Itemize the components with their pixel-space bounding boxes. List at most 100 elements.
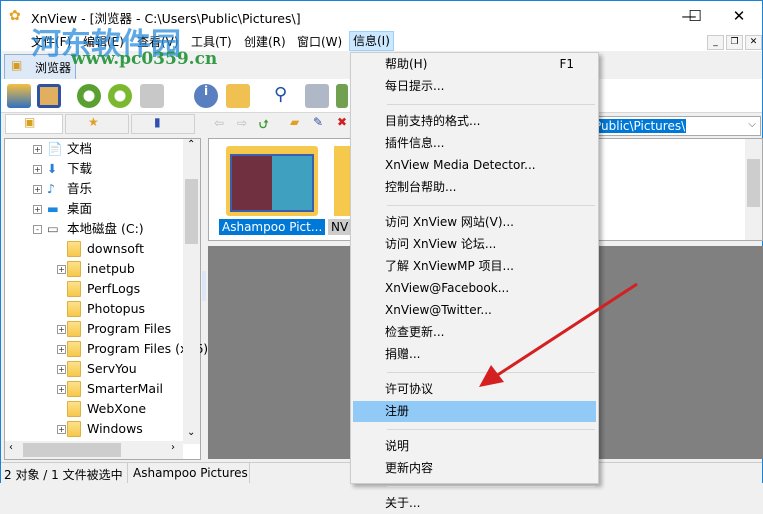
scroll-thumb[interactable] bbox=[23, 443, 121, 457]
menu-item[interactable]: XnView@Facebook... bbox=[353, 278, 596, 299]
folder-icon bbox=[67, 241, 81, 257]
rotate-left-icon[interactable] bbox=[77, 84, 101, 108]
move-to-folder-icon[interactable] bbox=[226, 84, 250, 108]
splitter-handle[interactable] bbox=[202, 271, 206, 301]
path-input-value[interactable]: Public\Pictures\ bbox=[593, 119, 687, 133]
fullscreen-icon[interactable] bbox=[37, 84, 61, 108]
menu-item-label: 目前支持的格式... bbox=[385, 114, 481, 128]
expand-toggle-icon[interactable]: + bbox=[57, 265, 66, 274]
expand-toggle-icon[interactable]: + bbox=[33, 185, 42, 194]
view-image-icon[interactable] bbox=[7, 84, 31, 108]
scroll-right-icon[interactable]: › bbox=[171, 442, 175, 453]
mdi-restore-button[interactable]: ❐ bbox=[726, 35, 743, 50]
rotate-right-icon[interactable] bbox=[108, 84, 132, 108]
menu-item-label: 捐赠... bbox=[385, 347, 421, 361]
forward-icon[interactable]: ⇨ bbox=[237, 116, 247, 130]
scroll-thumb[interactable] bbox=[185, 179, 198, 244]
desktop-icon: ▬ bbox=[47, 201, 59, 216]
menu-item[interactable]: 检查更新... bbox=[353, 322, 596, 343]
thumbnail-scrollbar[interactable] bbox=[745, 139, 762, 240]
tree-item[interactable]: Photopus bbox=[5, 299, 183, 319]
tree-item[interactable]: + inetpub bbox=[5, 259, 183, 279]
expand-toggle-icon[interactable]: + bbox=[57, 385, 66, 394]
print-icon[interactable] bbox=[305, 84, 329, 108]
tree-item[interactable]: + Program Files bbox=[5, 319, 183, 339]
close-button[interactable]: ✕ bbox=[719, 5, 759, 27]
expand-toggle-icon[interactable]: + bbox=[33, 205, 42, 214]
tree-item[interactable]: + Program Files (x86) bbox=[5, 339, 208, 359]
drive-icon: ▭ bbox=[47, 221, 59, 236]
menu-item[interactable]: 每日提示... bbox=[353, 76, 596, 97]
expand-toggle-icon[interactable]: + bbox=[33, 165, 42, 174]
back-icon[interactable]: ⇦ bbox=[214, 116, 224, 130]
menu-create[interactable]: 创建(R) bbox=[241, 33, 289, 50]
app-icon: ✿ bbox=[9, 8, 21, 24]
folder-tree: + 📄 文档 + ⬇ 下载 + ♪ 音乐 + ▬ 桌面 - ▭ 本地磁盘 (C:) downsoft + inet… bbox=[4, 138, 208, 460]
chevron-down-icon[interactable]: ⌵ bbox=[748, 119, 756, 130]
menu-tools[interactable]: 工具(T) bbox=[188, 33, 235, 50]
expand-toggle-icon[interactable]: + bbox=[57, 325, 66, 334]
tab-categories[interactable]: ▮ bbox=[131, 114, 195, 134]
menu-item-label: 访问 XnView 论坛... bbox=[385, 237, 497, 251]
folder-thumbnail-icon[interactable] bbox=[226, 146, 318, 216]
menu-item[interactable]: 关于... bbox=[353, 493, 596, 514]
tree-item[interactable]: + ♪ 音乐 bbox=[5, 179, 183, 199]
tree-item[interactable]: + ▬ 桌面 bbox=[5, 199, 183, 219]
mdi-minimize-button[interactable]: _ bbox=[707, 35, 724, 50]
menu-item[interactable]: 插件信息... bbox=[353, 133, 596, 154]
tree-item[interactable]: downsoft bbox=[5, 239, 183, 259]
new-folder-icon[interactable]: ▰ bbox=[290, 115, 299, 129]
tree-item[interactable]: + ServYou bbox=[5, 359, 183, 379]
expand-toggle-icon[interactable]: + bbox=[57, 365, 66, 374]
menu-item[interactable]: 了解 XnViewMP 项目... bbox=[353, 256, 596, 277]
menu-item[interactable]: 许可协议 bbox=[353, 379, 596, 400]
menu-item[interactable]: 更新内容 bbox=[353, 458, 596, 479]
convert-icon[interactable] bbox=[140, 84, 164, 108]
scroll-left-icon[interactable]: ‹ bbox=[9, 442, 13, 453]
menu-item[interactable]: 访问 XnView 论坛... bbox=[353, 234, 596, 255]
menu-item[interactable]: XnView Media Detector... bbox=[353, 155, 596, 176]
up-folder-icon[interactable]: ⮍ bbox=[259, 115, 269, 136]
tree-item[interactable]: PerfLogs bbox=[5, 279, 183, 299]
menu-item[interactable]: 捐赠... bbox=[353, 344, 596, 365]
scroll-down-icon[interactable]: ⌄ bbox=[187, 427, 195, 438]
menu-info[interactable]: 信息(I) bbox=[349, 31, 394, 51]
scroll-up-icon[interactable]: ⌃ bbox=[187, 139, 195, 150]
thumbnail-label[interactable]: NV bbox=[328, 219, 352, 235]
tree-item[interactable]: + Windows bbox=[5, 419, 183, 439]
thumbnail-label[interactable]: Ashampoo Pict... bbox=[219, 219, 326, 235]
menu-item[interactable]: 目前支持的格式... bbox=[353, 111, 596, 132]
menu-window[interactable]: 窗口(W) bbox=[294, 33, 345, 50]
tree-item[interactable]: + 📄 文档 bbox=[5, 139, 183, 159]
menu-item[interactable]: 帮助(H) F1 bbox=[353, 54, 596, 75]
path-combobox[interactable]: Public\Pictures\ ⌵ bbox=[591, 116, 761, 136]
info-icon[interactable]: i bbox=[194, 84, 218, 108]
tab-label: 浏览器 bbox=[35, 61, 72, 75]
tree-horizontal-scrollbar[interactable]: ‹ › bbox=[5, 441, 183, 459]
tab-folders[interactable]: ▣ bbox=[5, 114, 63, 134]
maximize-button[interactable]: ☐ bbox=[675, 5, 715, 27]
tree-item[interactable]: + SmarterMail bbox=[5, 379, 183, 399]
menu-item[interactable]: 说明 bbox=[353, 436, 596, 457]
tab-favorites[interactable]: ★ bbox=[65, 114, 129, 134]
rename-icon[interactable]: ✎ bbox=[313, 115, 323, 129]
tree-item[interactable]: WebXone bbox=[5, 399, 183, 419]
delete-icon[interactable]: ✖ bbox=[337, 115, 347, 129]
menu-item[interactable]: 注册 bbox=[353, 401, 596, 422]
expand-toggle-icon[interactable]: + bbox=[33, 145, 42, 154]
expand-toggle-icon[interactable]: - bbox=[33, 225, 42, 234]
menu-item[interactable]: 控制台帮助... bbox=[353, 177, 596, 198]
slideshow-icon[interactable] bbox=[336, 84, 348, 108]
tree-vertical-scrollbar[interactable]: ⌃ ⌄ bbox=[183, 139, 200, 444]
mdi-close-button[interactable]: ✕ bbox=[745, 35, 762, 50]
menu-item[interactable]: XnView@Twitter... bbox=[353, 300, 596, 321]
tree-item-label: inetpub bbox=[87, 261, 135, 276]
expand-toggle-icon[interactable]: + bbox=[57, 345, 66, 354]
menu-item[interactable]: 访问 XnView 网站(V)... bbox=[353, 212, 596, 233]
menu-item-label: 检查更新... bbox=[385, 325, 445, 339]
expand-toggle-icon[interactable]: + bbox=[57, 425, 66, 434]
folder-icon bbox=[67, 421, 81, 437]
tree-item[interactable]: + ⬇ 下载 bbox=[5, 159, 183, 179]
binoculars-icon[interactable]: ⚲ bbox=[274, 84, 298, 108]
tree-item[interactable]: - ▭ 本地磁盘 (C:) bbox=[5, 219, 183, 239]
